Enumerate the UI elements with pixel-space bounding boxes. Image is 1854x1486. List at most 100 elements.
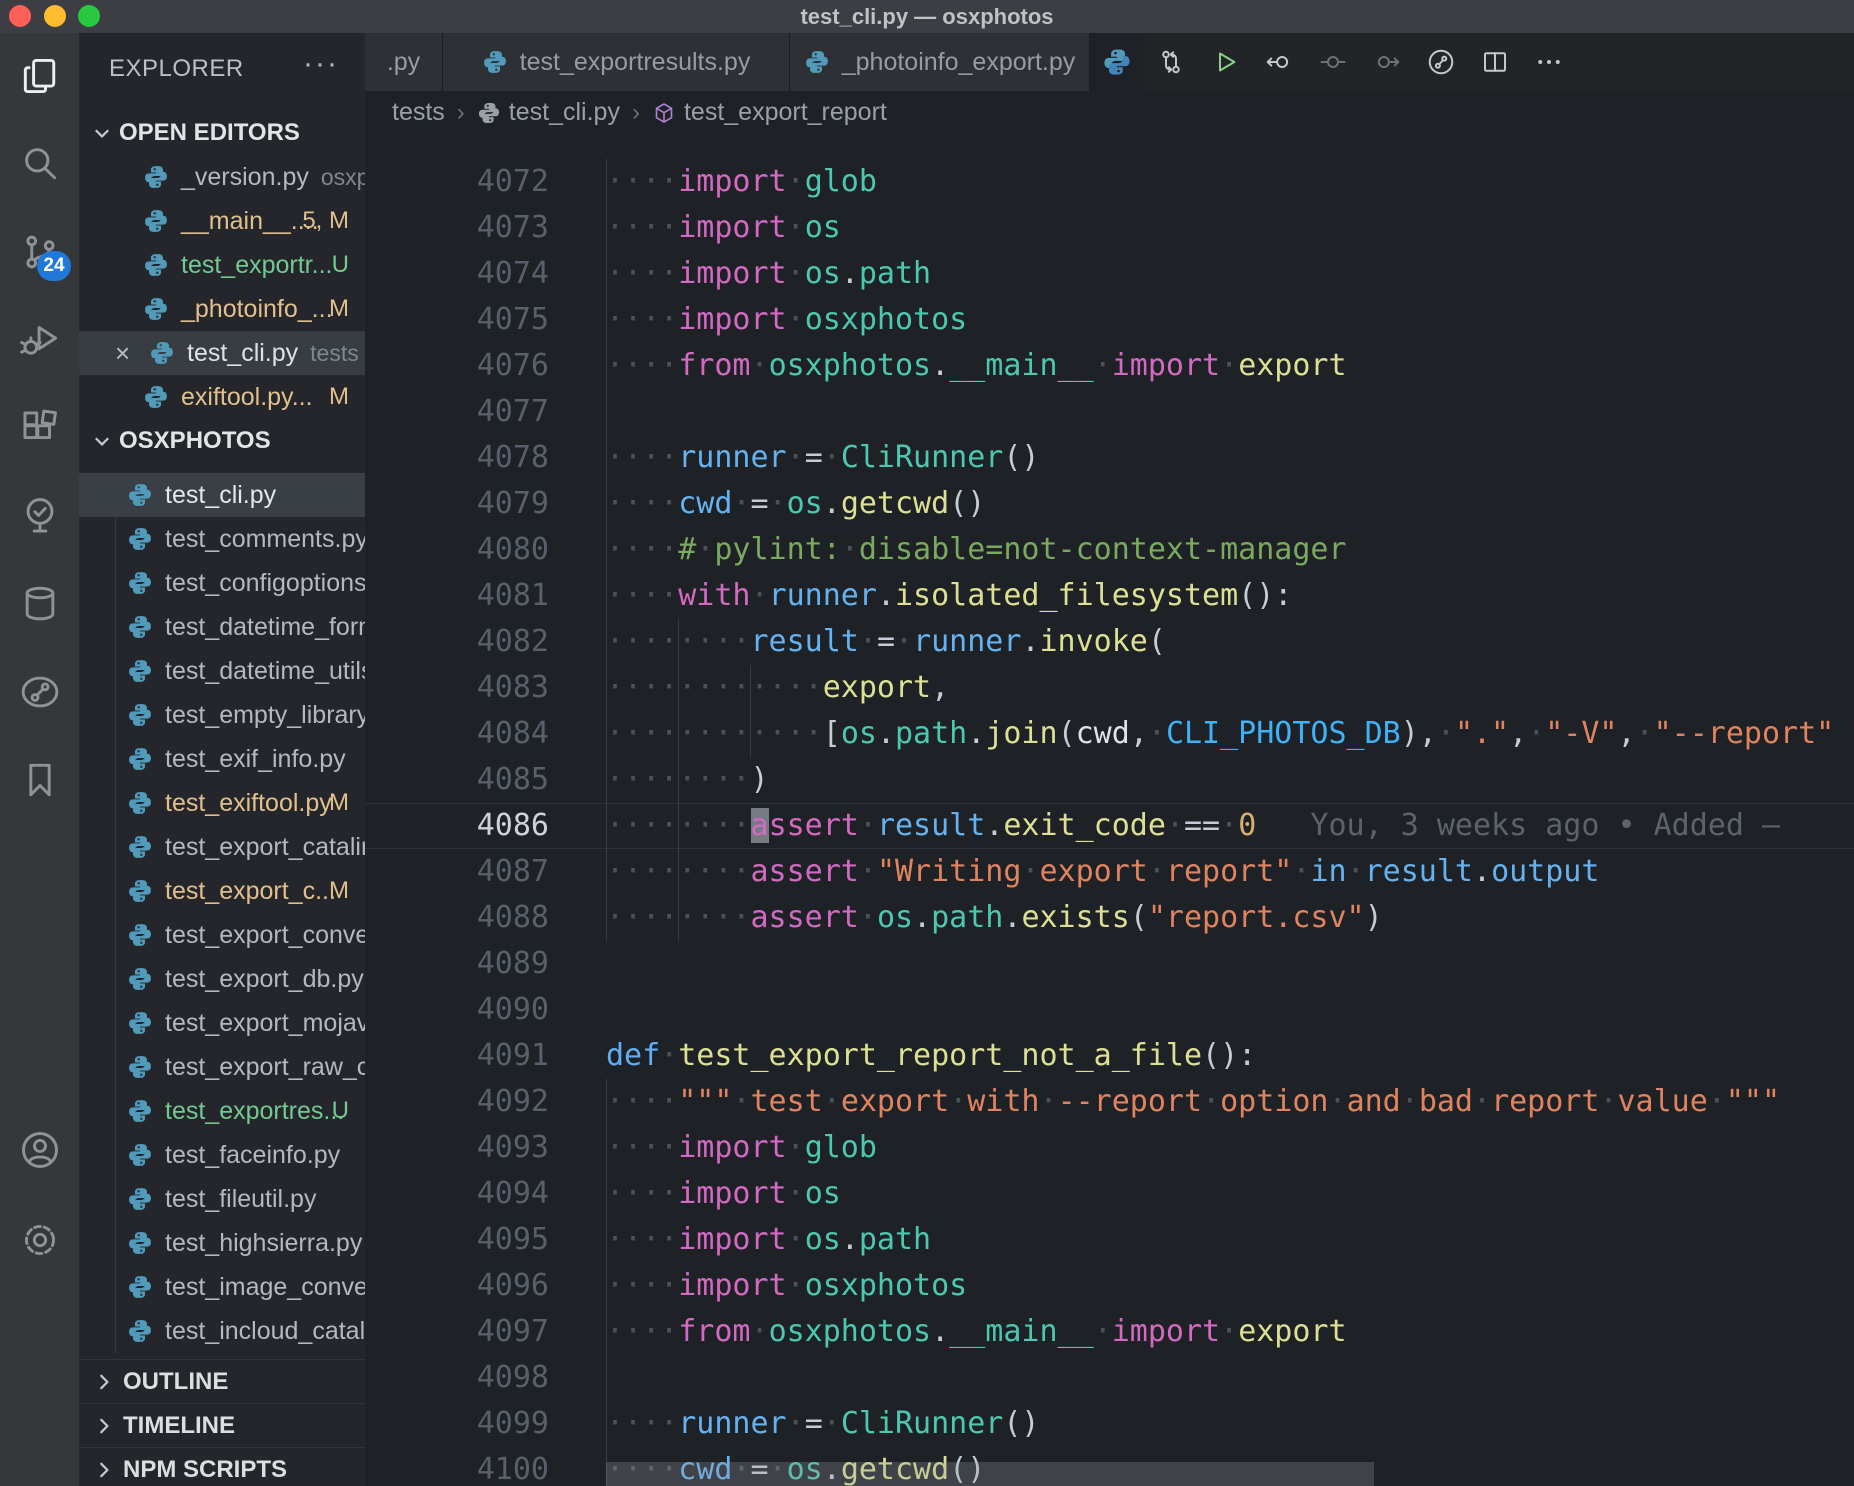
tree-item[interactable]: test_export_raw_ca... [79, 1045, 365, 1089]
python-logo-icon[interactable] [1090, 33, 1144, 91]
close-icon[interactable]: × [115, 338, 143, 369]
bookmarks-icon[interactable] [15, 755, 65, 805]
account-icon[interactable] [15, 1125, 65, 1175]
editor-actions [1090, 33, 1854, 91]
code-token: invoke [1040, 624, 1148, 659]
project-label: OSXPHOTOS [119, 427, 271, 455]
code-line[interactable]: 4078····runner·=·CliRunner() [365, 435, 1854, 481]
code-line[interactable]: 4073····import·os [365, 205, 1854, 251]
tree-item[interactable]: test_incloud_catali... [79, 1309, 365, 1353]
breadcrumb-item[interactable]: tests [392, 98, 445, 127]
indent-guide [606, 435, 607, 481]
tree-item[interactable]: test_export_conver... [79, 913, 365, 957]
tree-item[interactable]: test_exportres...U [79, 1089, 365, 1133]
breadcrumb-item[interactable]: test_export_report [652, 98, 887, 127]
open-editor-item[interactable]: _version.pyosxp... [79, 155, 365, 199]
section-label: OUTLINE [123, 1368, 228, 1396]
code-line[interactable]: 4082········result·=·runner.invoke( [365, 619, 1854, 665]
code-line[interactable]: 4076····from·osxphotos.__main__·import·e… [365, 343, 1854, 389]
code-line[interactable]: 4090 [365, 987, 1854, 1033]
open-editor-item[interactable]: test_exportr...U [79, 243, 365, 287]
tree-item[interactable]: test_empty_library_... [79, 693, 365, 737]
search-icon[interactable] [15, 139, 65, 189]
code-line[interactable]: 4077 [365, 389, 1854, 435]
tab--py[interactable]: .py [365, 33, 443, 91]
open-editor-item[interactable]: ×test_cli.pytests [79, 331, 365, 375]
tree-item[interactable]: test_exif_info.py [79, 737, 365, 781]
settings-gear-icon[interactable] [15, 1215, 65, 1265]
code-line[interactable]: 4081····with·runner.isolated_filesystem(… [365, 573, 1854, 619]
tree-item[interactable]: test_image_convert... [79, 1265, 365, 1309]
code-line[interactable]: 4084············[os.path.join(cwd,·CLI_P… [365, 711, 1854, 757]
tree-item[interactable]: test_exiftool.pyM [79, 781, 365, 825]
line-number: 4100 [365, 1447, 549, 1486]
run-icon[interactable] [1198, 33, 1252, 91]
project-section-header[interactable]: OSXPHOTOS [79, 419, 365, 463]
code-line[interactable]: 4092····"""·test·export·with·--report·op… [365, 1079, 1854, 1125]
gitlens-circle-icon[interactable] [1414, 33, 1468, 91]
code-line[interactable]: 4080····#·pylint:·disable=not-context-ma… [365, 527, 1854, 573]
tree-item[interactable]: test_export_catalin... [79, 825, 365, 869]
code-line[interactable]: 4089 [365, 941, 1854, 987]
code-line[interactable]: 4099····runner·=·CliRunner() [365, 1401, 1854, 1447]
code-line[interactable]: 4095····import·os.path [365, 1217, 1854, 1263]
line-content: ············export, [606, 665, 1854, 711]
more-actions-icon[interactable] [1522, 33, 1576, 91]
code-line[interactable]: 4083············export, [365, 665, 1854, 711]
horizontal-scrollbar[interactable] [606, 1462, 1374, 1486]
file-name: test_cli.py [187, 339, 298, 368]
tree-item[interactable]: test_fileutil.py [79, 1177, 365, 1221]
extensions-icon[interactable] [15, 403, 65, 453]
change-icon[interactable] [1306, 33, 1360, 91]
code-line[interactable]: 4075····import·osxphotos [365, 297, 1854, 343]
sidebar-more-actions[interactable]: ··· [303, 47, 339, 81]
database-icon[interactable] [15, 579, 65, 629]
tree-item[interactable]: test_export_db.py [79, 957, 365, 1001]
tree-item[interactable]: test_datetime_utils.... [79, 649, 365, 693]
previous-change-icon[interactable] [1252, 33, 1306, 91]
tab--photoinfo-export-py[interactable]: _photoinfo_export.py [790, 33, 1090, 91]
code-line[interactable]: 4072····import·glob [365, 159, 1854, 205]
tree-item[interactable]: test_faceinfo.py [79, 1133, 365, 1177]
tree-item[interactable]: test_export_mojave... [79, 1001, 365, 1045]
tab-test-exportresults-py[interactable]: test_exportresults.py [443, 33, 790, 91]
code-token: () [1003, 440, 1039, 475]
code-line[interactable]: 4086········assert·result.exit_code·==·0… [365, 803, 1854, 849]
tree-item[interactable]: test_configoptions.... [79, 561, 365, 605]
open-editor-item[interactable]: _photoinfo_...M [79, 287, 365, 331]
sidebar-section-outline[interactable]: OUTLINE [79, 1359, 365, 1403]
run-debug-icon[interactable] [15, 315, 65, 365]
sidebar-section-npm-scripts[interactable]: NPM SCRIPTS [79, 1447, 365, 1486]
open-editor-item[interactable]: __main__....5, M [79, 199, 365, 243]
tree-item[interactable]: test_datetime_form... [79, 605, 365, 649]
open-editors-section-header[interactable]: OPEN EDITORS [79, 111, 365, 155]
source-control-icon[interactable]: 24 [15, 227, 65, 277]
code-line[interactable]: 4098 [365, 1355, 1854, 1401]
code-line[interactable]: 4094····import·os [365, 1171, 1854, 1217]
tree-item[interactable]: test_comments.py [79, 517, 365, 561]
code-token: __main__ [949, 1314, 1094, 1349]
tree-item[interactable]: test_highsierra.py [79, 1221, 365, 1265]
code-line[interactable]: 4074····import·os.path [365, 251, 1854, 297]
code-line[interactable]: 4079····cwd·=·os.getcwd() [365, 481, 1854, 527]
sidebar-section-timeline[interactable]: TIMELINE [79, 1403, 365, 1447]
gitlens-icon[interactable] [15, 667, 65, 717]
breadcrumb-item[interactable]: test_cli.py [477, 98, 620, 127]
compare-changes-icon[interactable] [1144, 33, 1198, 91]
code-line[interactable]: 4087········assert·"Writing·export·repor… [365, 849, 1854, 895]
code-token: · [1636, 716, 1654, 751]
code-line[interactable]: 4091def·test_export_report_not_a_file(): [365, 1033, 1854, 1079]
files-icon[interactable] [15, 51, 65, 101]
code-line[interactable]: 4093····import·glob [365, 1125, 1854, 1171]
tree-item[interactable]: test_export_c...M [79, 869, 365, 913]
code-line[interactable]: 4096····import·osxphotos [365, 1263, 1854, 1309]
code-line[interactable]: 4097····from·osxphotos.__main__·import·e… [365, 1309, 1854, 1355]
code-line[interactable]: 4088········assert·os.path.exists("repor… [365, 895, 1854, 941]
open-editor-item[interactable]: exiftool.py...M [79, 375, 365, 419]
code-editor[interactable]: 4072····import·glob4073····import·os4074… [365, 134, 1854, 1486]
split-editor-icon[interactable] [1468, 33, 1522, 91]
next-change-icon[interactable] [1360, 33, 1414, 91]
testing-icon[interactable] [15, 491, 65, 541]
code-line[interactable]: 4085········) [365, 757, 1854, 803]
tree-item[interactable]: test_cli.py [79, 473, 365, 517]
